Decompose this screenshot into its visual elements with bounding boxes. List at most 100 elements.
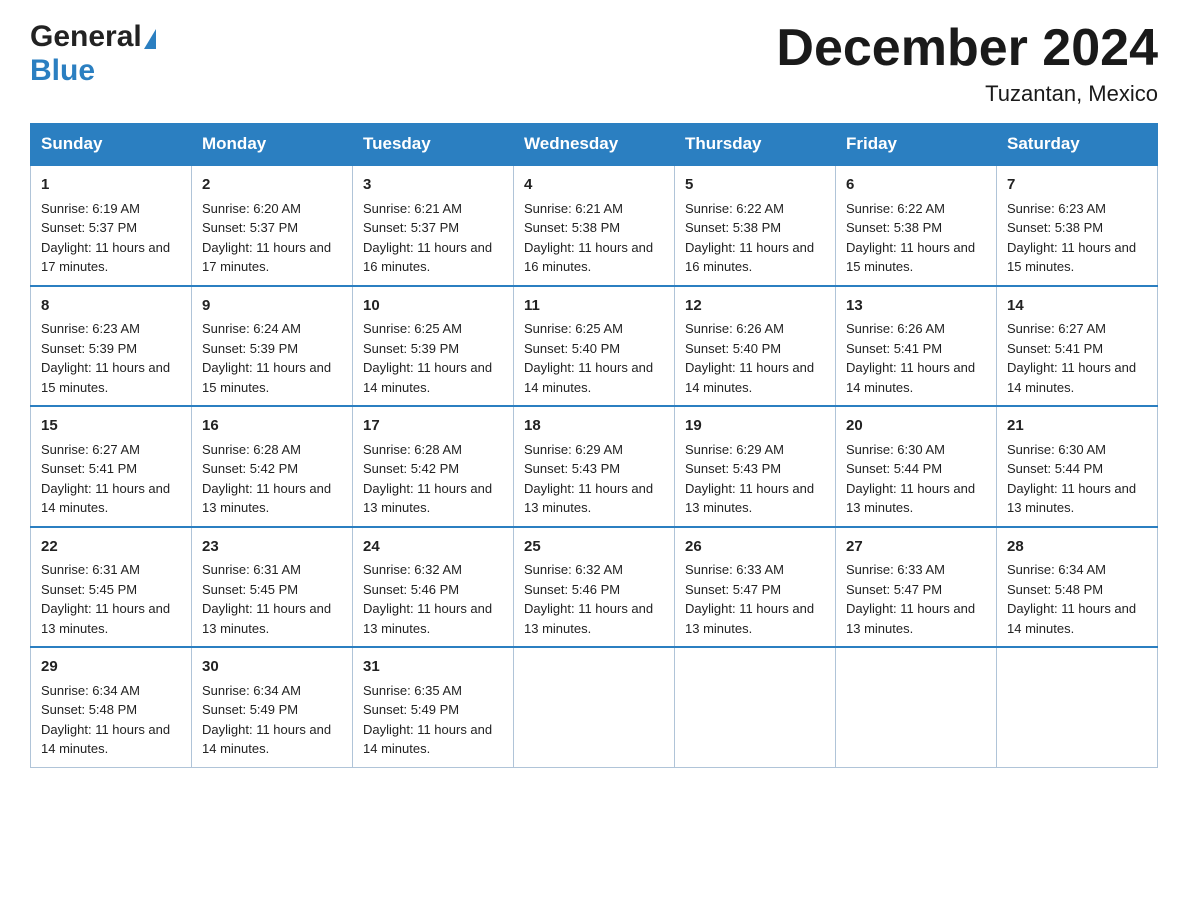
daylight-text: Daylight: 11 hours and 15 minutes. — [41, 358, 181, 397]
day-number: 25 — [524, 536, 664, 559]
sunrise-text: Sunrise: 6:26 AM — [685, 319, 825, 339]
daylight-text: Daylight: 11 hours and 13 minutes. — [41, 599, 181, 638]
sunrise-text: Sunrise: 6:35 AM — [363, 681, 503, 701]
col-header-tuesday: Tuesday — [353, 124, 514, 166]
daylight-text: Daylight: 11 hours and 13 minutes. — [846, 599, 986, 638]
calendar-cell: 16Sunrise: 6:28 AMSunset: 5:42 PMDayligh… — [192, 406, 353, 527]
sunrise-text: Sunrise: 6:21 AM — [524, 199, 664, 219]
day-number: 16 — [202, 415, 342, 438]
sunset-text: Sunset: 5:37 PM — [363, 218, 503, 238]
day-number: 18 — [524, 415, 664, 438]
day-number: 12 — [685, 295, 825, 318]
daylight-text: Daylight: 11 hours and 14 minutes. — [846, 358, 986, 397]
daylight-text: Daylight: 11 hours and 16 minutes. — [524, 238, 664, 277]
sunset-text: Sunset: 5:46 PM — [524, 580, 664, 600]
sunset-text: Sunset: 5:39 PM — [363, 339, 503, 359]
week-row-3: 15Sunrise: 6:27 AMSunset: 5:41 PM Dayligh… — [31, 406, 1158, 527]
calendar-header-row: SundayMondayTuesdayWednesdayThursdayFrid… — [31, 124, 1158, 166]
calendar-cell: 15Sunrise: 6:27 AMSunset: 5:41 PMDayligh… — [31, 406, 192, 527]
daylight-text: Daylight: 11 hours and 14 minutes. — [202, 720, 342, 759]
day-number: 15 — [41, 415, 181, 438]
daylight-text: Daylight: 11 hours and 14 minutes. — [524, 358, 664, 397]
daylight-text: Daylight: 11 hours and 13 minutes. — [202, 599, 342, 638]
col-header-monday: Monday — [192, 124, 353, 166]
sunrise-text: Sunrise: 6:28 AM — [202, 440, 342, 460]
sunset-text: Sunset: 5:49 PM — [363, 700, 503, 720]
calendar-cell: 13Sunrise: 6:26 AMSunset: 5:41 PMDayligh… — [836, 286, 997, 407]
daylight-text: Daylight: 11 hours and 16 minutes. — [363, 238, 503, 277]
day-number: 2 — [202, 174, 342, 197]
sunset-text: Sunset: 5:48 PM — [41, 700, 181, 720]
day-number: 3 — [363, 174, 503, 197]
sunset-text: Sunset: 5:38 PM — [685, 218, 825, 238]
calendar-cell: 3Sunrise: 6:21 AMSunset: 5:37 PMDaylight… — [353, 165, 514, 286]
daylight-text: Daylight: 11 hours and 13 minutes. — [1007, 479, 1147, 518]
daylight-text: Daylight: 11 hours and 17 minutes. — [202, 238, 342, 277]
daylight-text: Daylight: 11 hours and 16 minutes. — [685, 238, 825, 277]
sunset-text: Sunset: 5:49 PM — [202, 700, 342, 720]
location-text: Tuzantan, Mexico — [776, 81, 1158, 107]
sunset-text: Sunset: 5:43 PM — [685, 459, 825, 479]
calendar-cell: 5Sunrise: 6:22 AMSunset: 5:38 PMDaylight… — [675, 165, 836, 286]
daylight-text: Daylight: 11 hours and 14 minutes. — [363, 358, 503, 397]
sunrise-text: Sunrise: 6:25 AM — [524, 319, 664, 339]
day-number: 24 — [363, 536, 503, 559]
daylight-text: Daylight: 11 hours and 13 minutes. — [524, 599, 664, 638]
calendar-cell — [836, 647, 997, 767]
calendar-cell: 1Sunrise: 6:19 AMSunset: 5:37 PMDaylight… — [31, 165, 192, 286]
sunset-text: Sunset: 5:47 PM — [685, 580, 825, 600]
daylight-text: Daylight: 11 hours and 14 minutes. — [685, 358, 825, 397]
sunrise-text: Sunrise: 6:29 AM — [685, 440, 825, 460]
day-number: 28 — [1007, 536, 1147, 559]
day-number: 4 — [524, 174, 664, 197]
calendar-cell: 26Sunrise: 6:33 AMSunset: 5:47 PMDayligh… — [675, 527, 836, 648]
calendar-cell: 7Sunrise: 6:23 AMSunset: 5:38 PMDaylight… — [997, 165, 1158, 286]
page-header: General Blue December 2024 Tuzantan, Mex… — [30, 20, 1158, 107]
day-number: 20 — [846, 415, 986, 438]
sunset-text: Sunset: 5:37 PM — [202, 218, 342, 238]
daylight-text: Daylight: 11 hours and 13 minutes. — [685, 599, 825, 638]
day-number: 1 — [41, 174, 181, 197]
logo-blue-text: Blue — [30, 54, 95, 87]
sunrise-text: Sunrise: 6:24 AM — [202, 319, 342, 339]
sunrise-text: Sunrise: 6:23 AM — [41, 319, 181, 339]
calendar-cell: 17Sunrise: 6:28 AMSunset: 5:42 PMDayligh… — [353, 406, 514, 527]
sunrise-text: Sunrise: 6:29 AM — [524, 440, 664, 460]
sunrise-text: Sunrise: 6:28 AM — [363, 440, 503, 460]
calendar-cell: 20Sunrise: 6:30 AMSunset: 5:44 PMDayligh… — [836, 406, 997, 527]
calendar-cell — [997, 647, 1158, 767]
col-header-saturday: Saturday — [997, 124, 1158, 166]
sunrise-text: Sunrise: 6:32 AM — [524, 560, 664, 580]
sunrise-text: Sunrise: 6:32 AM — [363, 560, 503, 580]
sunrise-text: Sunrise: 6:34 AM — [202, 681, 342, 701]
calendar-cell — [514, 647, 675, 767]
calendar-cell — [675, 647, 836, 767]
sunrise-text: Sunrise: 6:22 AM — [685, 199, 825, 219]
month-title: December 2024 — [776, 20, 1158, 77]
sunrise-text: Sunrise: 6:26 AM — [846, 319, 986, 339]
sunset-text: Sunset: 5:41 PM — [1007, 339, 1147, 359]
sunrise-text: Sunrise: 6:22 AM — [846, 199, 986, 219]
day-number: 23 — [202, 536, 342, 559]
sunset-text: Sunset: 5:39 PM — [202, 339, 342, 359]
logo-arrow-icon — [144, 29, 156, 49]
daylight-text: Daylight: 11 hours and 17 minutes. — [41, 238, 181, 277]
calendar-cell: 18Sunrise: 6:29 AMSunset: 5:43 PMDayligh… — [514, 406, 675, 527]
sunset-text: Sunset: 5:41 PM — [41, 459, 181, 479]
sunset-text: Sunset: 5:48 PM — [1007, 580, 1147, 600]
sunrise-text: Sunrise: 6:20 AM — [202, 199, 342, 219]
sunset-text: Sunset: 5:43 PM — [524, 459, 664, 479]
daylight-text: Daylight: 11 hours and 15 minutes. — [1007, 238, 1147, 277]
week-row-5: 29Sunrise: 6:34 AMSunset: 5:48 PMDayligh… — [31, 647, 1158, 767]
day-number: 6 — [846, 174, 986, 197]
sunset-text: Sunset: 5:38 PM — [846, 218, 986, 238]
calendar-cell: 22Sunrise: 6:31 AMSunset: 5:45 PMDayligh… — [31, 527, 192, 648]
daylight-text: Daylight: 11 hours and 15 minutes. — [846, 238, 986, 277]
sunrise-text: Sunrise: 6:33 AM — [846, 560, 986, 580]
day-number: 7 — [1007, 174, 1147, 197]
title-block: December 2024 Tuzantan, Mexico — [776, 20, 1158, 107]
calendar-cell: 9Sunrise: 6:24 AMSunset: 5:39 PMDaylight… — [192, 286, 353, 407]
calendar-cell: 23Sunrise: 6:31 AMSunset: 5:45 PMDayligh… — [192, 527, 353, 648]
sunrise-text: Sunrise: 6:27 AM — [41, 440, 181, 460]
calendar-cell: 8Sunrise: 6:23 AMSunset: 5:39 PMDaylight… — [31, 286, 192, 407]
